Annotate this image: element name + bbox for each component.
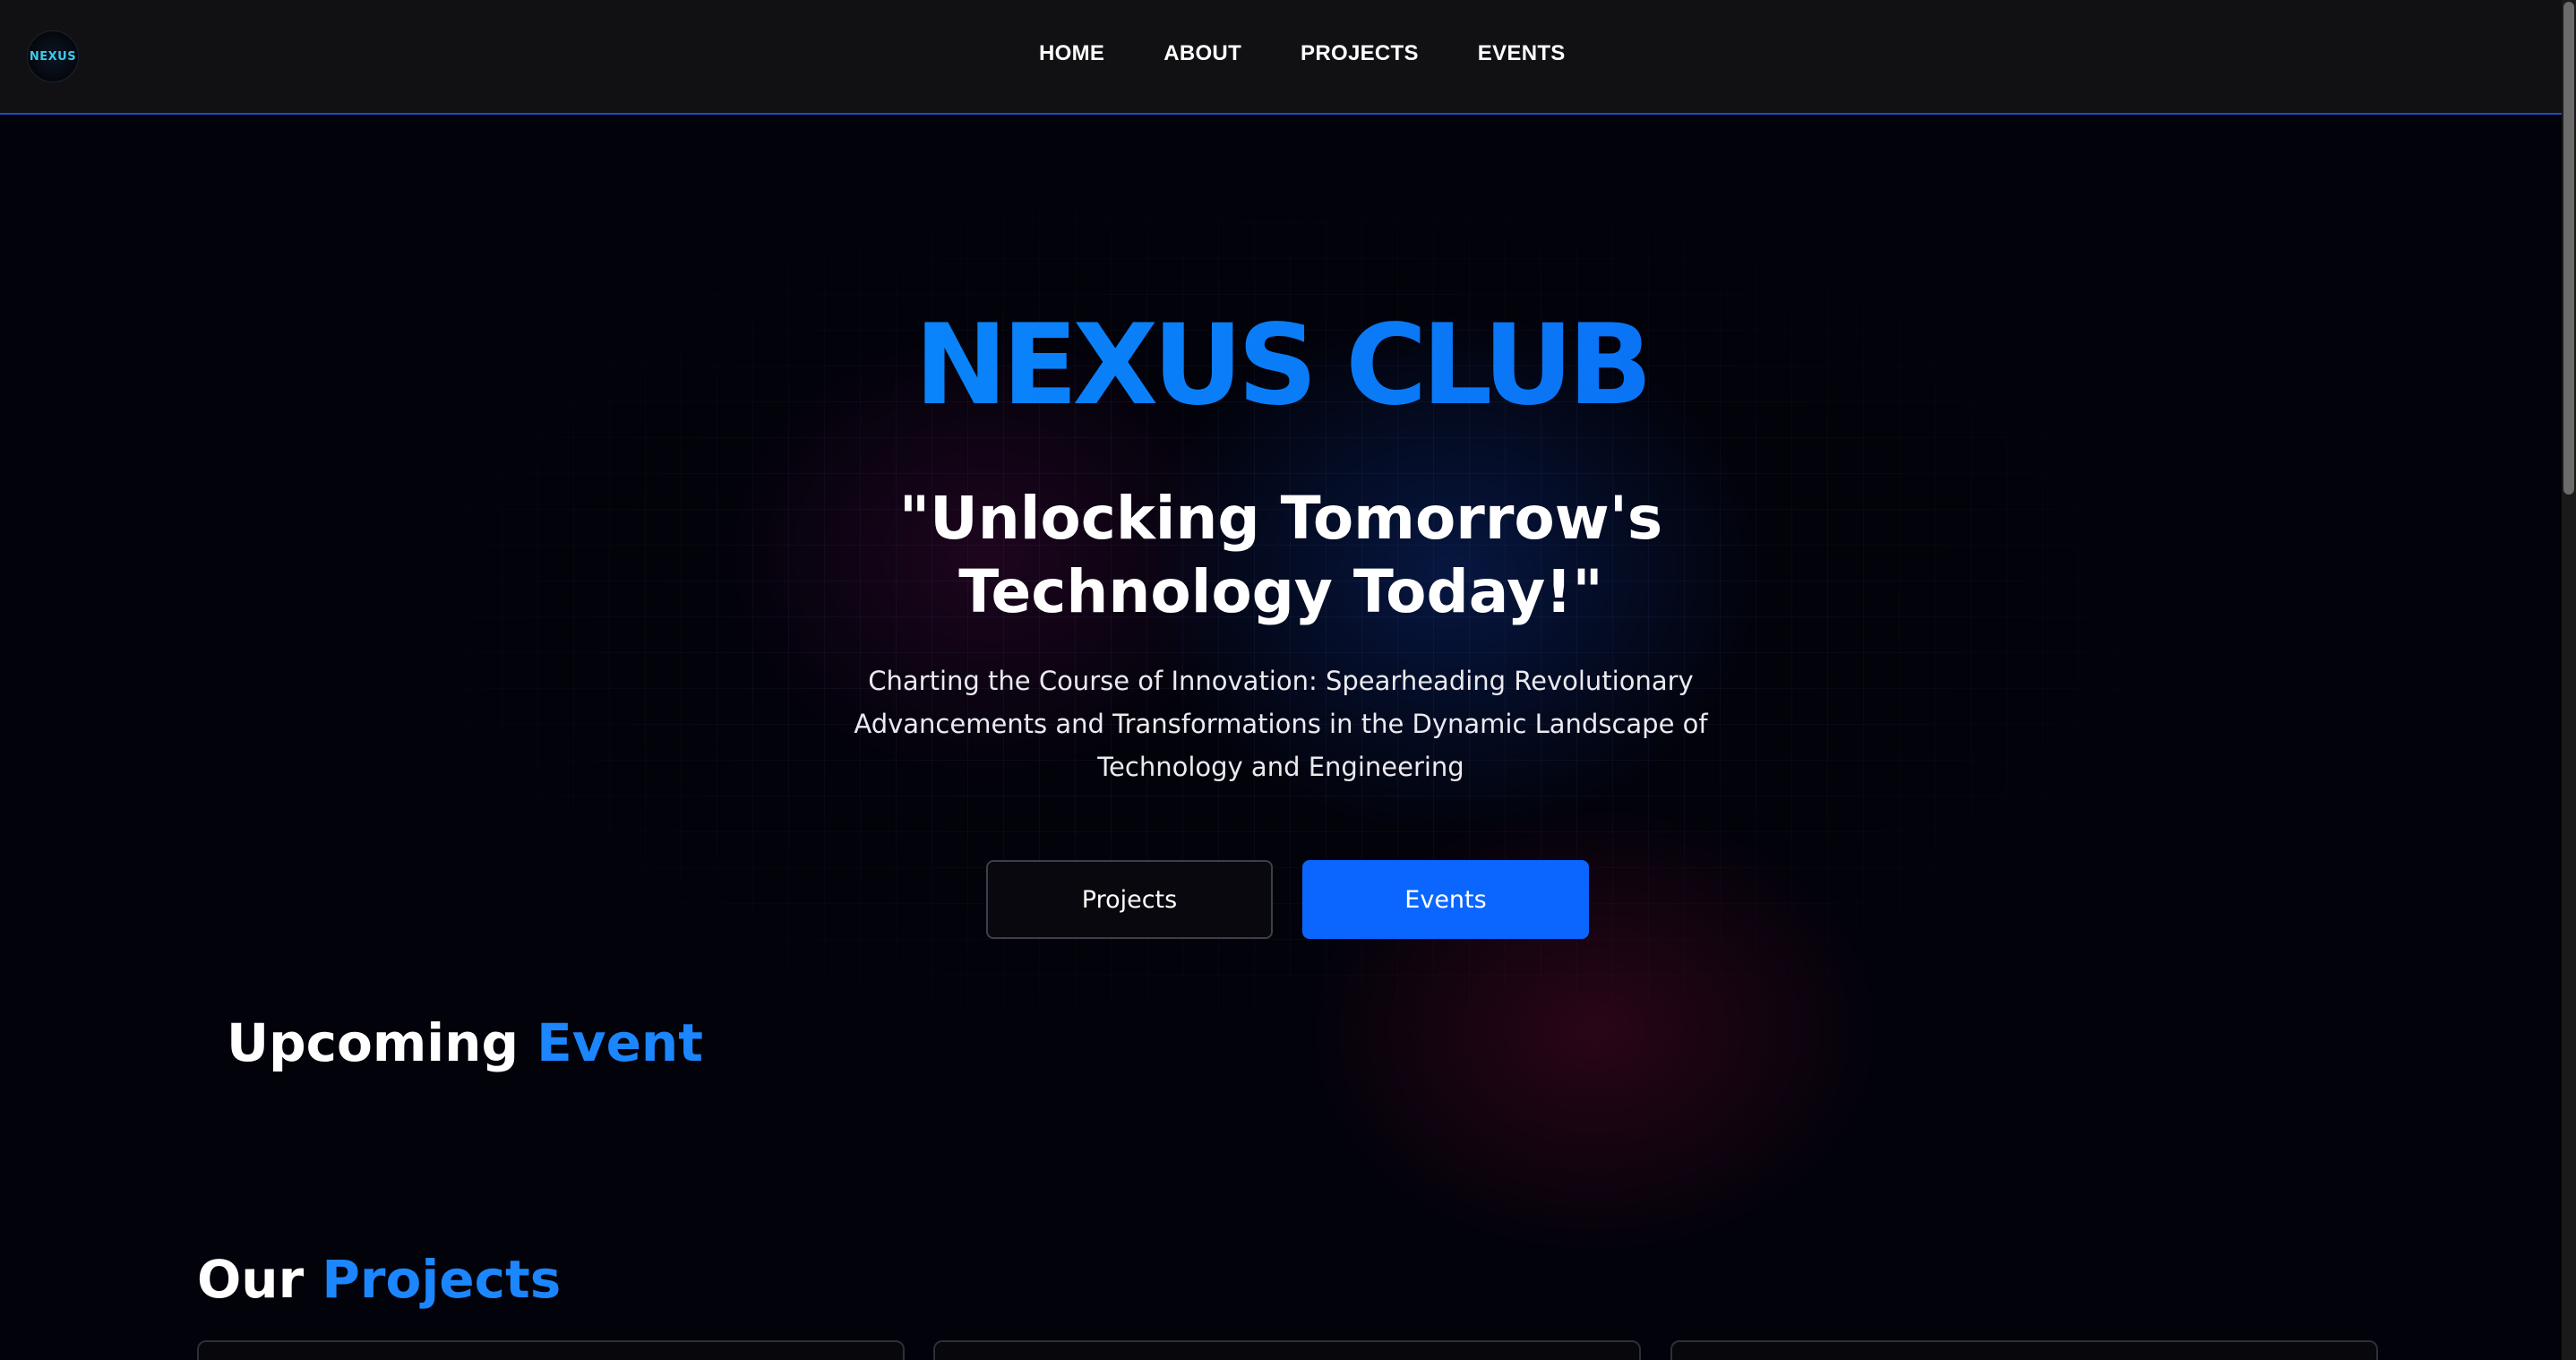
nav-link-about[interactable]: ABOUT (1163, 41, 1241, 66)
nexus-logo[interactable]: NEXUS (27, 30, 79, 82)
projects-heading-plain: Our (197, 1249, 322, 1310)
tagline-line-2: Technology Today!" (958, 557, 1603, 626)
nav-link-projects[interactable]: PROJECTS (1301, 41, 1419, 66)
upcoming-heading-accent: Event (537, 1012, 703, 1073)
logo-text: NEXUS (29, 49, 77, 64)
scrollbar-thumb[interactable] (2563, 2, 2574, 495)
upcoming-event-heading: Upcoming Event (227, 1012, 703, 1073)
hero-title: NEXUS CLUB (0, 301, 2562, 430)
hero-tagline: "Unlocking Tomorrow's Technology Today!" (0, 482, 2562, 629)
page: NEXUS HOME ABOUT PROJECTS EVENTS NEXUS C… (0, 0, 2576, 1360)
upcoming-heading-plain: Upcoming (227, 1012, 537, 1073)
projects-heading-accent: Projects (322, 1249, 562, 1310)
tagline-line-1: "Unlocking Tomorrow's (898, 484, 1663, 553)
hero-description: Charting the Course of Innovation: Spear… (854, 666, 1708, 782)
our-projects-heading: Our Projects (197, 1249, 561, 1310)
projects-button[interactable]: Projects (986, 860, 1273, 939)
scrollbar[interactable] (2562, 0, 2576, 1360)
project-card[interactable] (933, 1340, 1641, 1360)
navbar: NEXUS HOME ABOUT PROJECTS EVENTS (0, 0, 2562, 115)
project-card[interactable] (197, 1340, 905, 1360)
events-button[interactable]: Events (1302, 860, 1589, 939)
nav-link-events[interactable]: EVENTS (1478, 41, 1566, 66)
nav-link-home[interactable]: HOME (1039, 41, 1104, 66)
nav-links: HOME ABOUT PROJECTS EVENTS (1039, 41, 1566, 66)
project-card[interactable] (1670, 1340, 2378, 1360)
